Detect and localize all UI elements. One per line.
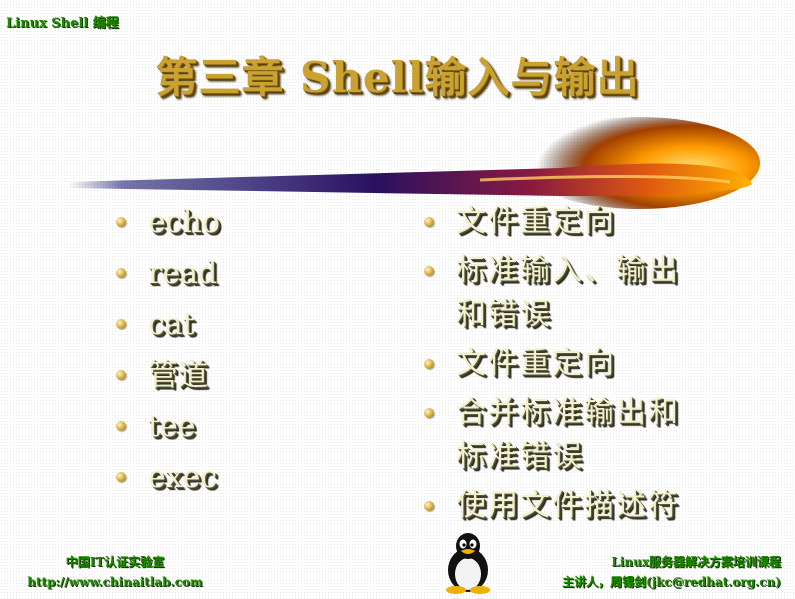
list-item-text: echo (148, 205, 220, 240)
list-item-text: cat (148, 307, 195, 342)
bullet-icon (116, 421, 126, 431)
list-item-text: 使用文件描述符 (456, 488, 680, 523)
right-bullet-list: 文件重定向 标准输入、输出和错误 文件重定向 合并标准输出和标准错误 使用文件描… (424, 200, 746, 533)
list-item-text: read (148, 256, 218, 291)
list-item: 文件重定向 (424, 342, 696, 386)
tux-penguin-icon (446, 533, 490, 594)
bullet-icon (116, 217, 126, 227)
footer-website-link[interactable]: http://www.chinaitlab.com (10, 572, 220, 592)
footer-org-name: 中国IT认证实验室 (65, 555, 165, 569)
list-item: read (116, 253, 220, 304)
list-item: exec (116, 457, 220, 508)
list-item-text: 标准输入、输出和错误 (456, 253, 680, 332)
slide: Linux Shell 编程 第三章 Shell输入与输出 echo read … (0, 0, 795, 599)
list-item-text: 合并标准输出和标准错误 (456, 395, 680, 474)
list-item: 管道 (116, 355, 220, 406)
footer-right: Linux服务器解决方案培训课程 主讲人，周锡剑(jkc@redhat.org.… (562, 552, 781, 592)
list-item-text: exec (148, 460, 218, 495)
bullet-icon (424, 266, 434, 276)
bullet-icon (116, 472, 126, 482)
list-item: tee (116, 406, 220, 457)
list-item: 合并标准输出和标准错误 (424, 391, 706, 479)
bullet-icon (424, 408, 434, 418)
bullet-icon (116, 319, 126, 329)
footer-course-name: Linux服务器解决方案培训课程 (611, 555, 781, 569)
list-item-text: 管道 (148, 358, 208, 393)
bullet-icon (424, 359, 434, 369)
list-item: echo (116, 202, 220, 253)
bullet-icon (424, 217, 434, 227)
left-bullet-list: echo read cat 管道 tee exec (116, 202, 220, 508)
list-item-text: 文件重定向 (456, 204, 616, 239)
header-label: Linux Shell 编程 (6, 16, 119, 31)
bullet-icon (116, 370, 126, 380)
list-item: 使用文件描述符 (424, 484, 746, 528)
bullet-icon (424, 501, 434, 511)
footer-left: 中国IT认证实验室 http://www.chinaitlab.com (10, 552, 220, 592)
footer-presenter: 主讲人，周锡剑(jkc@redhat.org.cn) (562, 575, 781, 589)
list-item-text: 文件重定向 (456, 346, 616, 381)
list-item-text: tee (148, 409, 196, 444)
slide-title: 第三章 Shell输入与输出 (155, 53, 640, 102)
list-item: 标准输入、输出和错误 (424, 249, 706, 337)
list-item: 文件重定向 (424, 200, 696, 244)
bullet-icon (116, 268, 126, 278)
list-item: cat (116, 304, 220, 355)
